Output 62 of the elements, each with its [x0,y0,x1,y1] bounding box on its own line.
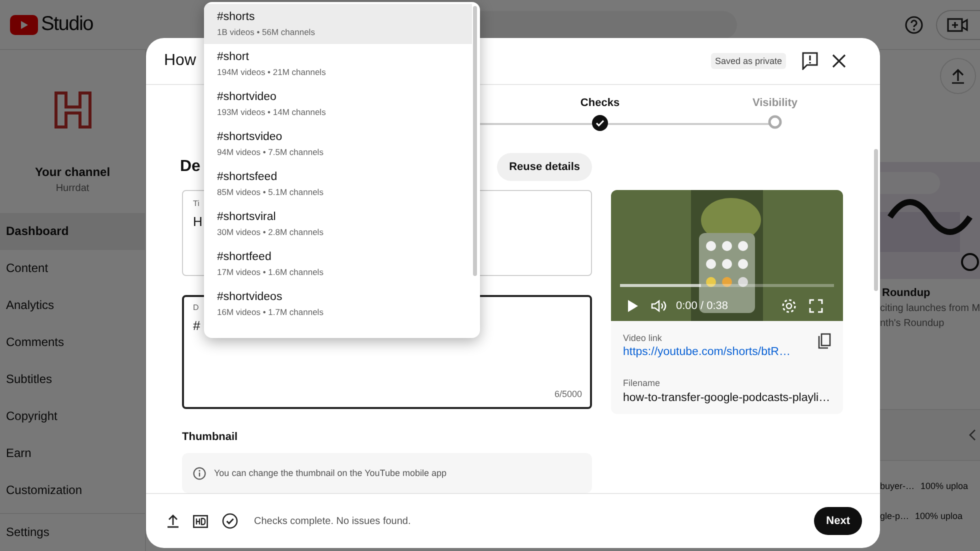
card-title: Roundup [882,287,932,299]
hashtag-option[interactable]: #shorts 1B videos • 56M channels [204,4,472,44]
thumbnail-heading: Thumbnail [182,431,239,443]
channel-label: Your channel [34,165,110,179]
sidebar-item[interactable]: Copyright [0,398,145,435]
sidebar-item[interactable]: Content [0,250,145,287]
app-name: Studio [41,13,93,36]
video-progress-bar[interactable] [620,284,834,287]
checks-status: Checks complete. No issues found. [254,516,411,526]
sidebar-item[interactable]: Analytics [0,287,145,324]
scrollbar[interactable] [473,6,477,276]
settings-icon[interactable] [781,298,797,314]
hashtag-option[interactable]: #short 194M videos • 21M channels [204,44,472,84]
saved-status: Saved as private [710,53,786,69]
upload-status: 100% uploa [915,511,963,521]
info-text: You can change the thumbnail on the YouTube mobile app [214,468,447,478]
close-icon[interactable] [832,54,846,68]
channel-logo-icon [54,91,92,129]
fullscreen-icon[interactable] [809,299,823,313]
sidebar-item[interactable]: Earn [0,435,145,472]
filename-label: Filename [623,378,662,388]
video-time: 0:00 / 0:38 [676,300,728,312]
check-circle-icon [222,513,238,529]
filename: how-to-transfer-google-podcasts-playli… [623,392,831,404]
chevron-left-icon[interactable] [968,429,976,441]
section-heading: De [180,158,200,176]
help-icon[interactable] [904,14,924,34]
sidebar-item[interactable]: Customization [0,472,145,509]
play-logo-icon [10,14,38,34]
video-link[interactable]: https://youtube.com/shorts/btR… [623,346,790,358]
sidebar-item[interactable]: Settings [0,514,145,551]
reuse-details-button[interactable]: Reuse details [497,153,592,181]
upload-button[interactable] [940,58,976,94]
create-button[interactable] [936,10,980,40]
card-description: nth's Roundup [880,318,946,329]
feedback-icon[interactable] [802,52,818,70]
upload-icon [167,514,179,528]
step-label[interactable]: Checks [580,97,620,109]
info-icon [193,466,206,480]
hashtag-option[interactable]: #shortfeed 17M videos • 1.6M channels [204,244,472,284]
video-plus-icon [947,16,969,32]
hashtag-option[interactable]: #shortsvideo 94M videos • 7.5M channels [204,124,472,164]
hashtag-option[interactable]: #shortsviral 30M videos • 2.8M channels [204,204,472,244]
channel-name: Hurrdat [56,183,90,194]
upload-status: 100% uploa [920,481,968,491]
upload-filename: gle-p… [880,511,910,521]
play-icon[interactable] [627,299,639,313]
hd-icon [193,514,208,528]
video-link-label: Video link [623,333,663,343]
volume-icon[interactable] [651,299,667,313]
sidebar-item[interactable]: Subtitles [0,361,145,398]
sidebar-item[interactable]: Dashboard [0,213,145,250]
scrollbar[interactable] [874,149,878,291]
hashtag-option[interactable]: #shortsfeed 85M videos • 5.1M channels [204,164,472,204]
upload-icon [951,68,965,84]
dialog-title: How [164,52,196,70]
sidebar-item[interactable]: Comments [0,324,145,361]
copy-icon[interactable] [818,333,831,349]
card-description: citing launches from M [880,303,980,314]
hashtag-option[interactable]: #shortvideo 193M videos • 14M channels [204,84,472,124]
upload-filename: buyer-… [880,481,915,491]
next-button[interactable]: Next [814,507,862,535]
